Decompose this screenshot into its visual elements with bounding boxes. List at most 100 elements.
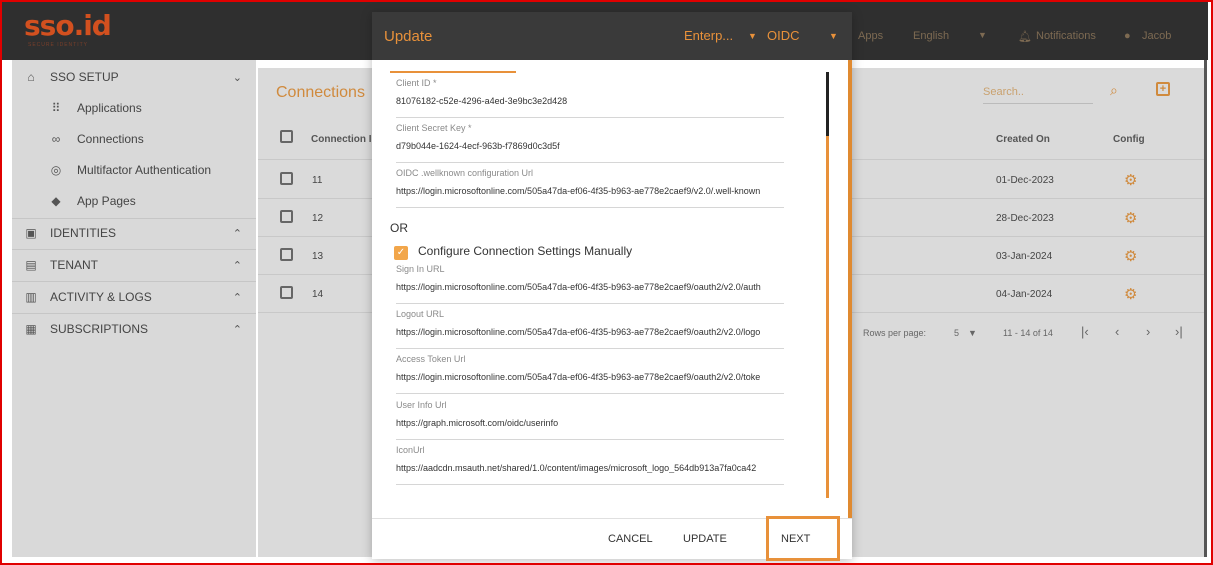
field-value[interactable]: d79b044e-1624-4ecf-963b-f7869d0c3d5f [396, 141, 784, 151]
page-scrollbar[interactable] [1204, 60, 1207, 557]
dialog-header: Update Enterp... ▼ OIDC ▼ [372, 12, 852, 60]
sidebar: ⌂ SSO SETUP ⌄ ⠿ Applications ∞ Connectio… [12, 60, 256, 557]
bell-icon[interactable]: 🔔︎ [1018, 30, 1032, 43]
field-label: User Info Url [396, 400, 447, 410]
add-icon[interactable]: + [1156, 82, 1170, 96]
sidebar-item-mfa[interactable]: ◎ Multifactor Authentication [12, 155, 256, 185]
field-label: Logout URL [396, 309, 445, 319]
column-header-created[interactable]: Created On [996, 134, 1050, 145]
user-menu[interactable]: Jacob [1142, 30, 1171, 42]
manual-settings-checkbox[interactable]: ✓ [394, 246, 408, 260]
id-badge-icon: ▣ [25, 226, 37, 240]
field-label: Client Secret Key * [396, 123, 472, 133]
sidebar-item-connections[interactable]: ∞ Connections [12, 124, 256, 154]
field-value[interactable]: https://login.microsoftonline.com/505a47… [396, 282, 784, 292]
sign-in-url-field[interactable]: Sign In URL https://login.microsoftonlin… [396, 264, 784, 304]
field-label: IconUrl [396, 445, 425, 455]
sidebar-item-label: App Pages [77, 194, 136, 208]
sidebar-item-subscriptions[interactable]: ▦ SUBSCRIPTIONS ⌃ [12, 314, 256, 344]
or-separator: OR [390, 221, 408, 235]
dialog-scrollbar-track[interactable] [826, 136, 829, 498]
chevron-down-icon[interactable]: ▼ [748, 31, 757, 41]
sidebar-item-app-pages[interactable]: ◆ App Pages [12, 186, 256, 216]
sidebar-item-label: ACTIVITY & LOGS [50, 290, 152, 304]
logo-tagline: SECURE IDENTITY [28, 42, 89, 48]
dialog-title: Update [384, 28, 433, 45]
prev-page-icon[interactable]: ‹ [1115, 324, 1119, 339]
chevron-down-icon[interactable]: ▼ [978, 30, 987, 40]
created-on: 01-Dec-2023 [996, 175, 1054, 186]
chevron-down-icon[interactable]: ⌄ [233, 71, 242, 84]
access-token-url-field[interactable]: Access Token Url https://login.microsoft… [396, 354, 784, 394]
apps-link[interactable]: Apps [858, 30, 883, 42]
sidebar-item-tenant[interactable]: ▤ TENANT ⌃ [12, 250, 256, 280]
cancel-button[interactable]: CANCEL [608, 533, 653, 545]
chevron-down-icon[interactable]: ▼ [829, 31, 838, 41]
created-on: 04-Jan-2024 [996, 289, 1053, 300]
logo[interactable]: sso.id [24, 12, 112, 40]
manual-settings-label[interactable]: Configure Connection Settings Manually [418, 244, 632, 258]
sidebar-item-identities[interactable]: ▣ IDENTITIES ⌃ [12, 218, 256, 248]
chevron-up-icon[interactable]: ⌃ [233, 291, 242, 304]
dialog-scrollbar-thumb[interactable] [826, 72, 829, 136]
field-value[interactable]: https://login.microsoftonline.com/505a47… [396, 372, 784, 382]
user-icon[interactable]: ● [1124, 30, 1131, 42]
sidebar-item-activity-logs[interactable]: ▥ ACTIVITY & LOGS ⌃ [12, 282, 256, 312]
chevron-up-icon[interactable]: ⌃ [233, 323, 242, 336]
fingerprint-icon: ◎ [50, 163, 62, 177]
row-checkbox[interactable] [280, 248, 293, 261]
field-value[interactable]: 81076182-c52e-4296-a4ed-3e9bc3e2d428 [396, 96, 784, 106]
next-button[interactable]: NEXT [781, 533, 810, 545]
icon-url-field[interactable]: IconUrl https://aadcdn.msauth.net/shared… [396, 445, 784, 485]
rows-per-page-select[interactable]: 5 [954, 328, 959, 338]
logs-icon: ▥ [25, 290, 37, 304]
sidebar-item-label: SUBSCRIPTIONS [50, 322, 149, 336]
field-value[interactable]: https://aadcdn.msauth.net/shared/1.0/con… [396, 463, 784, 473]
notifications-link[interactable]: Notifications [1036, 30, 1096, 42]
select-all-checkbox[interactable] [280, 130, 293, 143]
logout-url-field[interactable]: Logout URL https://login.microsoftonline… [396, 309, 784, 349]
pagination-range: 11 - 14 of 14 [1003, 328, 1053, 338]
field-value[interactable]: https://graph.microsoft.com/oidc/userinf… [396, 418, 784, 428]
search-input[interactable]: Search.. [983, 86, 1093, 104]
next-page-icon[interactable]: › [1146, 324, 1150, 339]
chevron-up-icon[interactable]: ⌃ [233, 227, 242, 240]
gear-icon[interactable]: ⚙ [1124, 209, 1137, 227]
field-value[interactable]: https://login.microsoftonline.com/505a47… [396, 186, 784, 196]
active-tab-indicator [390, 71, 516, 73]
sidebar-item-label: IDENTITIES [50, 226, 117, 240]
home-icon: ⌂ [27, 70, 35, 84]
sidebar-item-label: Multifactor Authentication [77, 163, 212, 177]
language-select[interactable]: English [913, 30, 949, 42]
first-page-icon[interactable]: |‹ [1081, 324, 1089, 339]
gear-icon[interactable]: ⚙ [1124, 285, 1137, 303]
organization-select[interactable]: Enterp... [684, 28, 733, 43]
link-icon: ∞ [51, 132, 61, 146]
field-label: Sign In URL [396, 264, 445, 274]
search-icon[interactable]: ⌕ [1110, 82, 1118, 99]
update-button[interactable]: UPDATE [683, 533, 727, 545]
client-id-field[interactable]: Client ID * 81076182-c52e-4296-a4ed-3e9b… [396, 78, 784, 118]
gear-icon[interactable]: ⚙ [1124, 247, 1137, 265]
last-page-icon[interactable]: ›| [1175, 324, 1183, 339]
protocol-select[interactable]: OIDC [767, 28, 800, 43]
dialog-edge-scrollbar[interactable] [848, 60, 852, 518]
field-label: Client ID * [396, 78, 437, 88]
row-checkbox[interactable] [280, 172, 293, 185]
row-checkbox[interactable] [280, 210, 293, 223]
sidebar-item-sso-setup[interactable]: ⌂ SSO SETUP ⌄ [12, 62, 256, 92]
row-checkbox[interactable] [280, 286, 293, 299]
layers-icon: ◆ [51, 194, 61, 208]
wellknown-url-field[interactable]: OIDC .wellknown configuration Url https:… [396, 168, 784, 208]
column-header-id[interactable]: Connection ID [311, 134, 371, 145]
user-info-url-field[interactable]: User Info Url https://graph.microsoft.co… [396, 400, 784, 440]
tenant-icon: ▤ [25, 258, 37, 272]
field-value[interactable]: https://login.microsoftonline.com/505a47… [396, 327, 784, 337]
gear-icon[interactable]: ⚙ [1124, 171, 1137, 189]
sidebar-item-label: Applications [77, 101, 142, 115]
client-secret-field[interactable]: Client Secret Key * d79b044e-1624-4ecf-9… [396, 123, 784, 163]
sidebar-item-applications[interactable]: ⠿ Applications [12, 93, 256, 123]
chevron-up-icon[interactable]: ⌃ [233, 259, 242, 272]
chevron-down-icon[interactable]: ▼ [968, 328, 977, 338]
sidebar-item-label: SSO SETUP [50, 70, 119, 84]
